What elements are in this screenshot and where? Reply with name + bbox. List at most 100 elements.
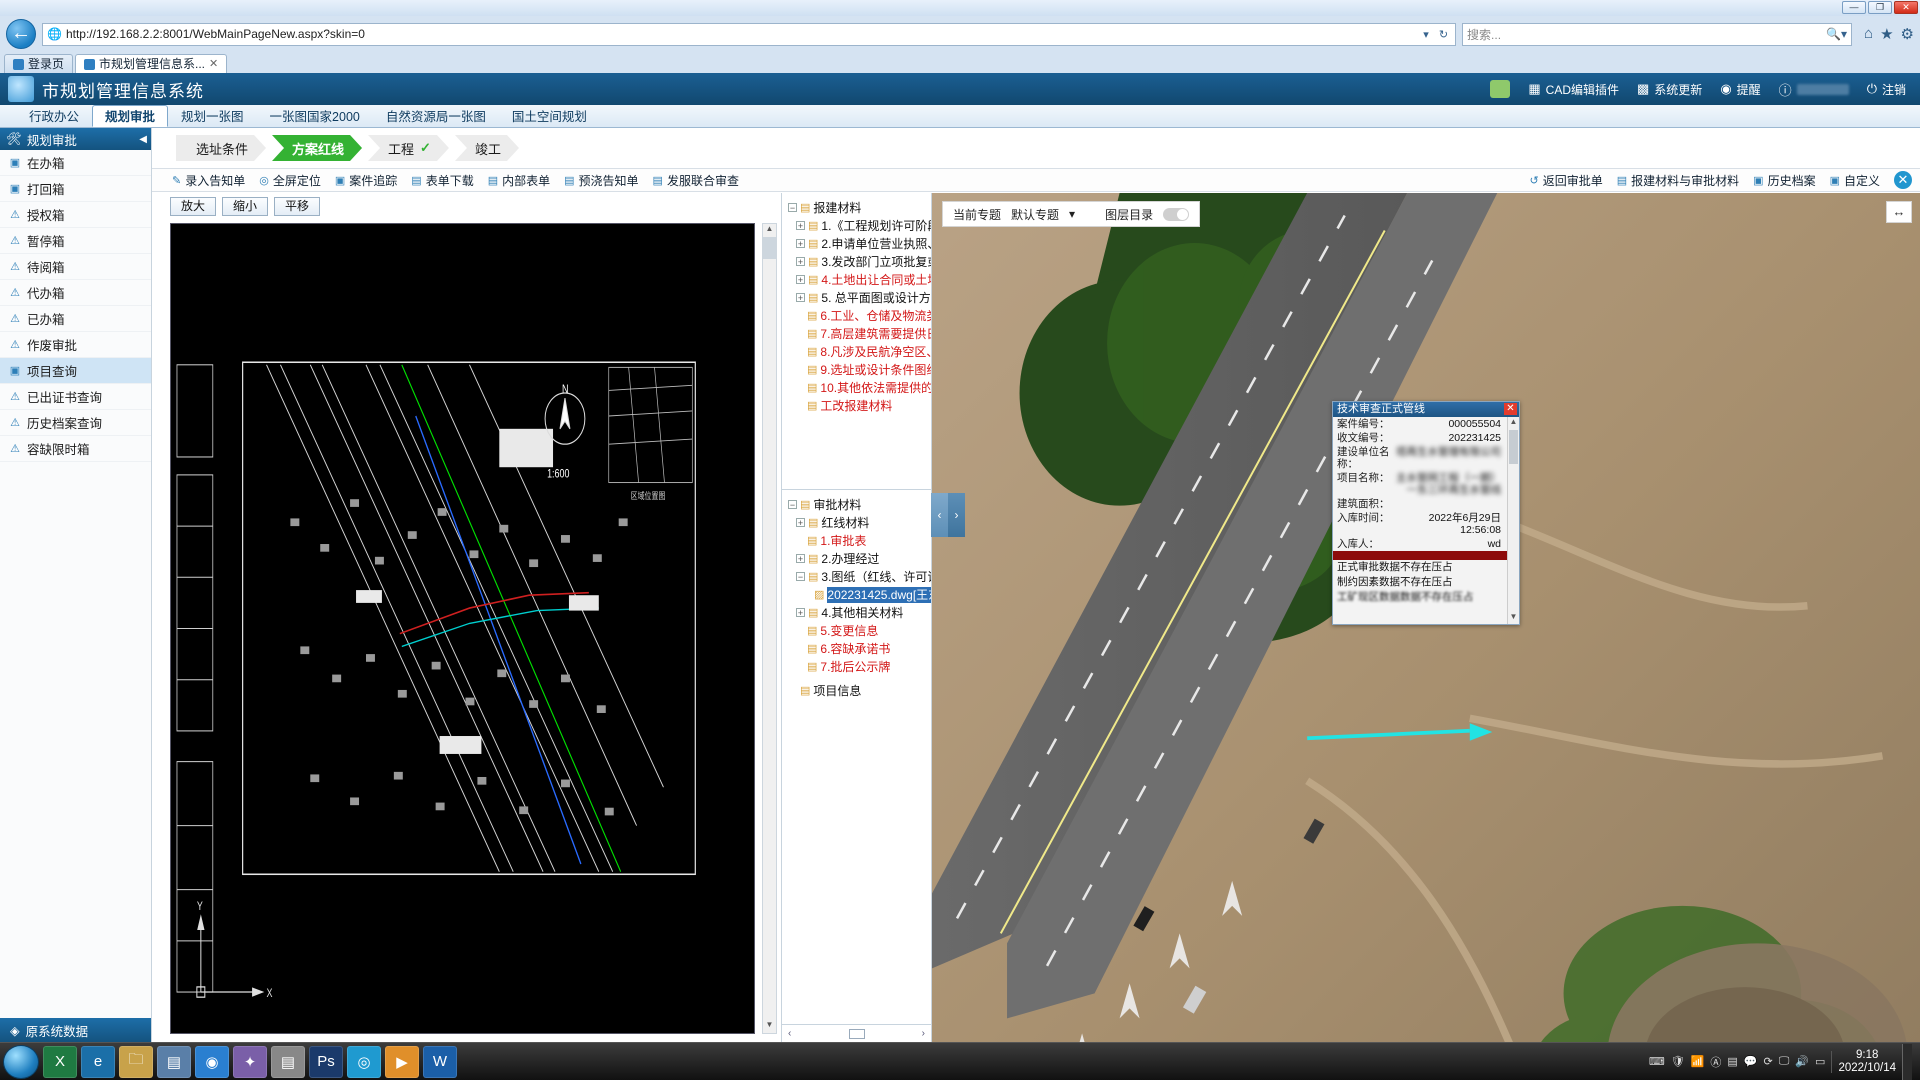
close-view-button[interactable]: ✕ xyxy=(1894,171,1912,189)
zoom-in-button[interactable]: 放大 xyxy=(170,196,216,216)
tree-item[interactable]: ▤ 7.高层建筑需要提供日照 xyxy=(786,325,931,343)
expander-icon[interactable]: − xyxy=(796,572,805,582)
panel-collapse-right-button[interactable]: › xyxy=(948,493,965,537)
scroll-down-icon[interactable]: ▼ xyxy=(1508,612,1519,624)
tab-planning-system[interactable]: 市规划管理信息系... ✕ xyxy=(75,54,228,73)
tree-item[interactable]: ▤ 9.选址或设计条件图纸归 xyxy=(786,361,931,379)
photoshop-icon[interactable]: Ps xyxy=(309,1045,343,1078)
cad-drawing-canvas[interactable]: N 1:600 区域位置图 Y X xyxy=(170,223,755,1034)
expander-icon[interactable]: − xyxy=(788,203,797,213)
keyboard-icon[interactable]: ⌨ xyxy=(1649,1055,1665,1068)
expander-icon[interactable]: − xyxy=(788,500,797,510)
tree-item[interactable]: + ▤ 4.土地出让合同或土地权 xyxy=(786,271,931,289)
tree-item[interactable]: − ▤ 3.图纸（红线、许可证、 xyxy=(786,568,931,586)
search-icon[interactable]: 🔍▾ xyxy=(1826,27,1847,41)
scroll-down-icon[interactable]: ▼ xyxy=(763,1020,776,1033)
tree-item[interactable]: + ▤ 1.《工程规划许可阶段一 xyxy=(786,217,931,235)
button-internal-form[interactable]: ▤ 内部表单 xyxy=(488,172,550,189)
show-desktop-button[interactable] xyxy=(1902,1043,1912,1080)
panel-collapse-left-button[interactable]: ‹ xyxy=(931,493,948,537)
tab-planning-approval[interactable]: 规划审批 xyxy=(92,105,169,127)
taskbar-clock[interactable]: 9:18 2022/10/14 xyxy=(1838,1049,1896,1075)
header-logout[interactable]: ⏻ 注销 xyxy=(1867,81,1906,98)
close-button[interactable]: ✕ xyxy=(1894,1,1918,14)
tree-item[interactable]: ▤ 工改报建材料 xyxy=(786,397,931,415)
expander-icon[interactable]: + xyxy=(796,275,805,285)
minimize-button[interactable]: — xyxy=(1842,1,1866,14)
search-box[interactable]: 搜索... 🔍▾ xyxy=(1462,22,1853,46)
layer-catalog-toggle[interactable] xyxy=(1163,207,1190,221)
address-dropdown-icon[interactable]: ▾ xyxy=(1420,28,1432,41)
scroll-up-icon[interactable]: ▲ xyxy=(763,224,776,237)
header-system-update[interactable]: ▩ 系统更新 xyxy=(1637,81,1702,98)
media-icon[interactable]: ▶ xyxy=(385,1045,419,1078)
browser-icon[interactable]: ◉ xyxy=(195,1045,229,1078)
battery-icon[interactable]: ▭ xyxy=(1815,1055,1825,1068)
chevron-left-icon[interactable]: ◀ xyxy=(139,134,147,145)
tree-item[interactable]: + ▤ 2.办理经过 xyxy=(786,550,931,568)
tree-root-project-info[interactable]: ▤ 项目信息 xyxy=(786,682,931,700)
star-icon[interactable]: ★ xyxy=(1880,25,1893,43)
network-icon[interactable]: 📶 xyxy=(1691,1055,1705,1068)
button-return-approval[interactable]: ↺ 返回审批单 xyxy=(1530,172,1603,189)
folder-icon[interactable]: 🗀 xyxy=(119,1045,153,1078)
sidebar-item-zaibanxiang[interactable]: ▣ 在办箱 xyxy=(0,150,151,176)
maximize-button[interactable]: ❐ xyxy=(1868,1,1892,14)
button-case-tracking[interactable]: ▣ 案件追踪 xyxy=(335,172,397,189)
sidebar-item-daiyuexiang[interactable]: ⚠ 待阅箱 xyxy=(0,254,151,280)
header-cad-plugin[interactable]: ▦ CAD编辑插件 xyxy=(1528,81,1619,98)
expander-icon[interactable]: + xyxy=(796,293,805,303)
sidebar-item-yibanxiang[interactable]: ⚠ 已办箱 xyxy=(0,306,151,332)
step-engineering[interactable]: 工程 ✓ xyxy=(368,135,449,161)
tab-close-icon[interactable]: ✕ xyxy=(209,55,218,73)
popup-close-icon[interactable]: ✕ xyxy=(1504,403,1517,415)
sidebar-item-xiangmuchaxun[interactable]: ▣ 项目查询 xyxy=(0,358,151,384)
button-materials[interactable]: ▤ 报建材料与审批材料 xyxy=(1617,172,1739,189)
expander-icon[interactable]: + xyxy=(796,221,805,231)
tree-prev-icon[interactable]: ‹ xyxy=(788,1028,791,1039)
scroll-thumb[interactable] xyxy=(763,237,776,259)
tree-scroll-thumb[interactable] xyxy=(848,1028,865,1039)
sidebar-item-yichuzhengshu[interactable]: ⚠ 已出证书查询 xyxy=(0,384,151,410)
tree-item[interactable]: + ▤ 4.其他相关材料 xyxy=(786,604,931,622)
tree-root-application[interactable]: − ▤ 报建材料 xyxy=(786,199,931,217)
tree-item[interactable]: ▤ 10.其他依法需提供的材料 xyxy=(786,379,931,397)
tab-administration[interactable]: 行政办公 xyxy=(16,105,92,127)
button-pre-notice[interactable]: ▤ 预浇告知单 xyxy=(564,172,638,189)
chevron-down-icon[interactable]: ▾ xyxy=(1069,207,1075,221)
excel-icon[interactable]: X xyxy=(43,1045,77,1078)
tools-icon[interactable]: ✦ xyxy=(233,1045,267,1078)
theme-value[interactable]: 默认专题 xyxy=(1011,206,1059,223)
notepad-icon[interactable]: ▤ xyxy=(271,1045,305,1078)
tab-resources-map[interactable]: 自然资源局一张图 xyxy=(373,105,499,127)
tab-territorial-planning[interactable]: 国土空间规划 xyxy=(499,105,600,127)
sidebar-footer-legacy-data[interactable]: ◈ 原系统数据 xyxy=(0,1018,151,1042)
cad-icon[interactable]: Ⓐ xyxy=(1710,1054,1721,1070)
tree-next-icon[interactable]: › xyxy=(922,1028,925,1039)
button-customize[interactable]: ▣ 自定义 xyxy=(1830,172,1880,189)
tree-item[interactable]: ▤ 1.审批表 xyxy=(786,532,931,550)
tree-item[interactable]: ▤ 6.容缺承诺书 xyxy=(786,640,931,658)
button-fullscreen-locate[interactable]: ◎ 全屏定位 xyxy=(259,172,321,189)
step-plan-redline[interactable]: 方案红线 xyxy=(272,135,362,161)
map-collapse-button[interactable]: ↔ xyxy=(1886,201,1912,223)
eye-icon[interactable]: ◎ xyxy=(347,1045,381,1078)
pan-button[interactable]: 平移 xyxy=(274,196,320,216)
sidebar-item-zantingxiang[interactable]: ⚠ 暂停箱 xyxy=(0,228,151,254)
gear-icon[interactable]: ⚙ xyxy=(1901,25,1914,43)
expander-icon[interactable]: + xyxy=(796,554,805,564)
feature-info-popup[interactable]: 技术审查正式管线 ✕ 案件编号： 000055504 收文编号： 2022314… xyxy=(1332,401,1520,625)
tab-login[interactable]: 登录页 xyxy=(4,54,74,73)
step-site-conditions[interactable]: 选址条件 xyxy=(176,135,266,161)
popup-scrollbar[interactable]: ▲ ▼ xyxy=(1507,417,1519,624)
sidebar-item-dahuixiang[interactable]: ▣ 打回箱 xyxy=(0,176,151,202)
expander-icon[interactable]: + xyxy=(796,239,805,249)
tab-planning-map[interactable]: 规划一张图 xyxy=(168,105,257,127)
tree-item[interactable]: ▤ 5.变更信息 xyxy=(786,622,931,640)
step-completion[interactable]: 竣工 xyxy=(455,135,519,161)
ie-icon[interactable]: e xyxy=(81,1045,115,1078)
tree-root-approval[interactable]: − ▤ 审批材料 xyxy=(786,496,931,514)
tree-item[interactable]: ▤ 7.批后公示牌 xyxy=(786,658,931,676)
header-user[interactable]: ⓘ xyxy=(1779,80,1849,99)
tree-item-selected-dwg[interactable]: ▨ 202231425.dwg[王东 xyxy=(786,586,931,604)
